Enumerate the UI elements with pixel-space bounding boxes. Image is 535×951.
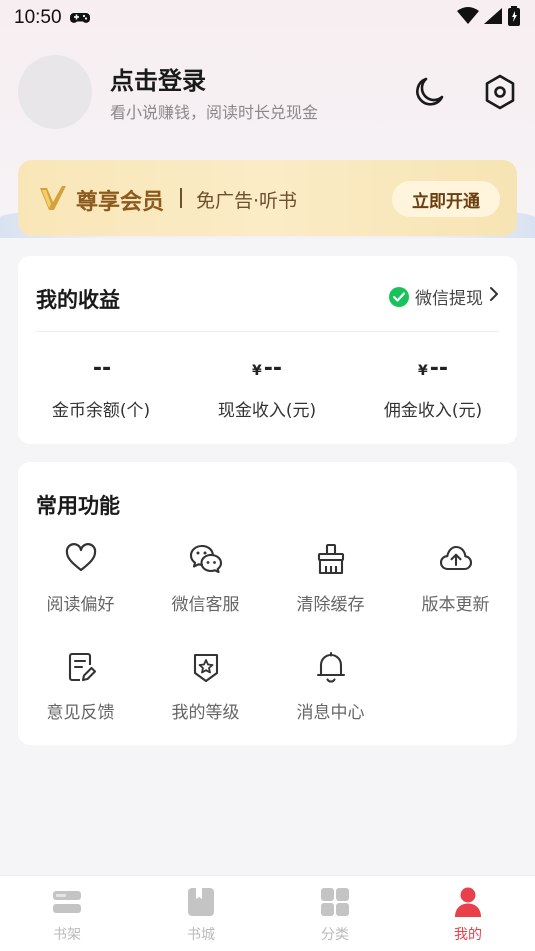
status-time: 10:50 <box>14 7 62 28</box>
vip-title: 尊享会员 <box>76 189 165 215</box>
stat-number: -- <box>92 356 112 381</box>
vip-banner-area: 尊享会员 免广告·听书 立即开通 <box>0 160 535 240</box>
stat-label: 现金收入(元) <box>217 401 317 421</box>
tab-label: 分类 <box>321 927 349 943</box>
vip-banner[interactable]: 尊享会员 免广告·听书 立即开通 <box>18 160 517 236</box>
function-label: 清除缓存 <box>296 595 365 615</box>
profile-icon <box>455 887 481 917</box>
stat-gold-balance[interactable]: -- 金币余额(个) <box>18 356 184 421</box>
wechat-withdraw-label: 微信提现 <box>415 289 483 309</box>
vip-description: 免广告·听书 <box>196 190 298 212</box>
tab-label: 书城 <box>187 927 215 943</box>
version-update-item[interactable]: 版本更新 <box>393 542 518 615</box>
currency-symbol: ¥ <box>251 363 262 379</box>
stat-number: -- <box>263 356 282 381</box>
heart-icon <box>65 543 96 572</box>
feedback-item[interactable]: 意见反馈 <box>18 650 143 723</box>
reading-preference-item[interactable]: 阅读偏好 <box>18 542 143 615</box>
wechat-chat-icon <box>189 544 222 574</box>
stat-value: ¥-- <box>350 356 516 386</box>
bottom-tab-bar: 书架 书城 分类 我的 <box>0 875 535 951</box>
wechat-withdraw-link[interactable]: 微信提现 <box>389 284 499 309</box>
chevron-right-icon <box>489 286 499 307</box>
clear-cache-item[interactable]: 清除缓存 <box>268 542 393 615</box>
tab-category[interactable]: 分类 <box>268 886 402 944</box>
broom-icon <box>317 543 344 575</box>
book-store-icon <box>188 888 214 916</box>
login-subtitle: 看小说赚钱，阅读时长兑现金 <box>110 103 319 122</box>
earnings-title: 我的收益 <box>36 288 120 312</box>
bell-icon <box>316 651 345 683</box>
moon-icon <box>416 77 444 106</box>
function-label: 微信客服 <box>171 595 240 615</box>
signal-icon <box>483 7 503 30</box>
stat-number: -- <box>429 356 448 381</box>
function-label: 我的等级 <box>171 703 240 723</box>
cloud-upload-icon <box>439 545 472 571</box>
common-functions-card: 常用功能 阅读偏好 微信客服 清除缓存 版本更新 意见反馈 我的等级 消息中心 <box>18 462 517 745</box>
my-level-item[interactable]: 我的等级 <box>143 650 268 723</box>
gamepad-icon <box>69 11 90 25</box>
gear-icon <box>485 74 515 110</box>
tab-label: 我的 <box>454 927 482 943</box>
vip-activate-button[interactable]: 立即开通 <box>392 181 500 217</box>
functions-title: 常用功能 <box>36 494 120 518</box>
stat-cash-income[interactable]: ¥-- 现金收入(元) <box>184 356 350 421</box>
tab-book-store[interactable]: 书城 <box>134 886 268 944</box>
stat-value: ¥-- <box>184 356 350 386</box>
tab-label: 书架 <box>53 927 81 943</box>
night-mode-button[interactable] <box>412 75 446 109</box>
currency-symbol: ¥ <box>417 363 428 379</box>
wechat-service-item[interactable]: 微信客服 <box>143 542 268 615</box>
status-bar: 10:50 <box>0 0 535 36</box>
wifi-icon <box>457 6 479 30</box>
function-label: 意见反馈 <box>46 703 115 723</box>
function-label: 消息中心 <box>296 703 365 723</box>
function-label: 版本更新 <box>421 595 490 615</box>
earnings-divider <box>36 331 499 332</box>
vip-divider <box>180 188 182 208</box>
vip-v-icon <box>40 186 66 210</box>
category-grid-icon <box>321 888 349 916</box>
avatar[interactable] <box>18 55 92 129</box>
star-badge-icon <box>193 653 218 683</box>
wechat-icon <box>389 286 409 307</box>
stat-label: 佣金收入(元) <box>383 401 483 421</box>
login-title[interactable]: 点击登录 <box>110 61 206 96</box>
earnings-card: 我的收益 微信提现 -- 金币余额(个) ¥-- 现金收入(元) ¥-- 佣金收… <box>18 256 517 444</box>
function-label: 阅读偏好 <box>46 595 115 615</box>
profile-header: 点击登录 看小说赚钱，阅读时长兑现金 <box>18 55 518 130</box>
stat-value: -- <box>18 356 184 386</box>
message-center-item[interactable]: 消息中心 <box>268 650 393 723</box>
settings-button[interactable] <box>482 73 518 111</box>
tab-bookshelf[interactable]: 书架 <box>0 886 134 944</box>
battery-icon <box>507 5 521 31</box>
stat-label: 金币余额(个) <box>51 401 151 421</box>
bookshelf-icon <box>53 891 81 913</box>
stat-commission-income[interactable]: ¥-- 佣金收入(元) <box>350 356 516 421</box>
tab-mine[interactable]: 我的 <box>401 886 535 944</box>
feedback-edit-icon <box>68 652 96 682</box>
